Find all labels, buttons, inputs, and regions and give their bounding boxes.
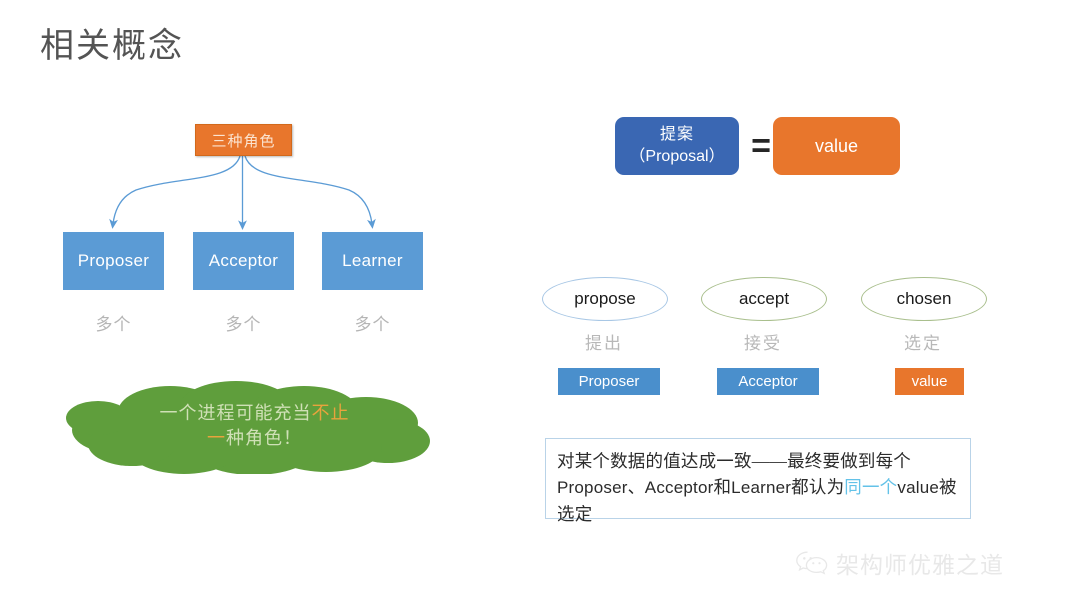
slide-canvas: 相关概念 三种角色 Proposer Acceptor Learner 多个 多… [0, 0, 1080, 608]
actor-tag-proposer: Proposer [558, 368, 660, 395]
ellipse-chosen: chosen [861, 277, 987, 321]
note-segment-4: Learner [731, 478, 792, 497]
role-box-proposer: Proposer [63, 232, 164, 290]
proposal-box: 提案 （Proposal） [615, 117, 739, 175]
role-count-learner: 多个 [354, 315, 391, 334]
note-segment-5: 都认为 [791, 477, 845, 497]
page-title: 相关概念 [40, 28, 184, 65]
note-segment-1: 对某个数据的值达成一致——最终要做到每个 [557, 451, 911, 471]
actor-tag-acceptor: Acceptor [717, 368, 819, 395]
ellipse-translation-chosen: 选定 [904, 334, 942, 353]
value-box: value [773, 117, 900, 175]
role-box-acceptor: Acceptor [193, 232, 294, 290]
ellipse-propose: propose [542, 277, 668, 321]
cloud-line2-highlight: 一 [207, 428, 226, 448]
actor-tag-value: value [895, 368, 964, 395]
role-count-acceptor: 多个 [225, 315, 262, 334]
role-box-learner: Learner [322, 232, 423, 290]
equals-sign: = [751, 126, 771, 165]
ellipse-translation-accept: 接受 [744, 334, 782, 353]
cloud-line1-plain: 一个进程可能充当 [159, 403, 312, 423]
cloud-line1-highlight: 不止 [311, 403, 350, 423]
note-segment-3: 和 [713, 477, 732, 497]
role-count-proposer: 多个 [95, 315, 132, 334]
cloud-line2-plain: 种角色！ [226, 428, 302, 448]
watermark-text: 架构师优雅之道 [836, 553, 1004, 578]
wechat-icon [796, 551, 828, 575]
head-box-three-roles: 三种角色 [195, 124, 292, 156]
ellipse-accept: accept [701, 277, 827, 321]
watermark: 架构师优雅之道 [795, 546, 1004, 580]
cloud-callout: 一个进程可能充当不止 一种角色！ [58, 378, 433, 474]
proposal-box-line1: 提案 [659, 126, 694, 143]
ellipse-translation-propose: 提出 [585, 334, 623, 353]
note-segment-2: Proposer、Acceptor [557, 478, 714, 497]
note-segment-highlight: 同一个 [844, 477, 898, 497]
proposal-box-line2: （Proposal） [629, 148, 725, 165]
summary-note-box: 对某个数据的值达成一致——最终要做到每个 Proposer、Acceptor和Le… [545, 438, 971, 524]
note-segment-7: value [897, 478, 940, 497]
cloud-text: 一个进程可能充当不止 一种角色！ [58, 378, 433, 474]
